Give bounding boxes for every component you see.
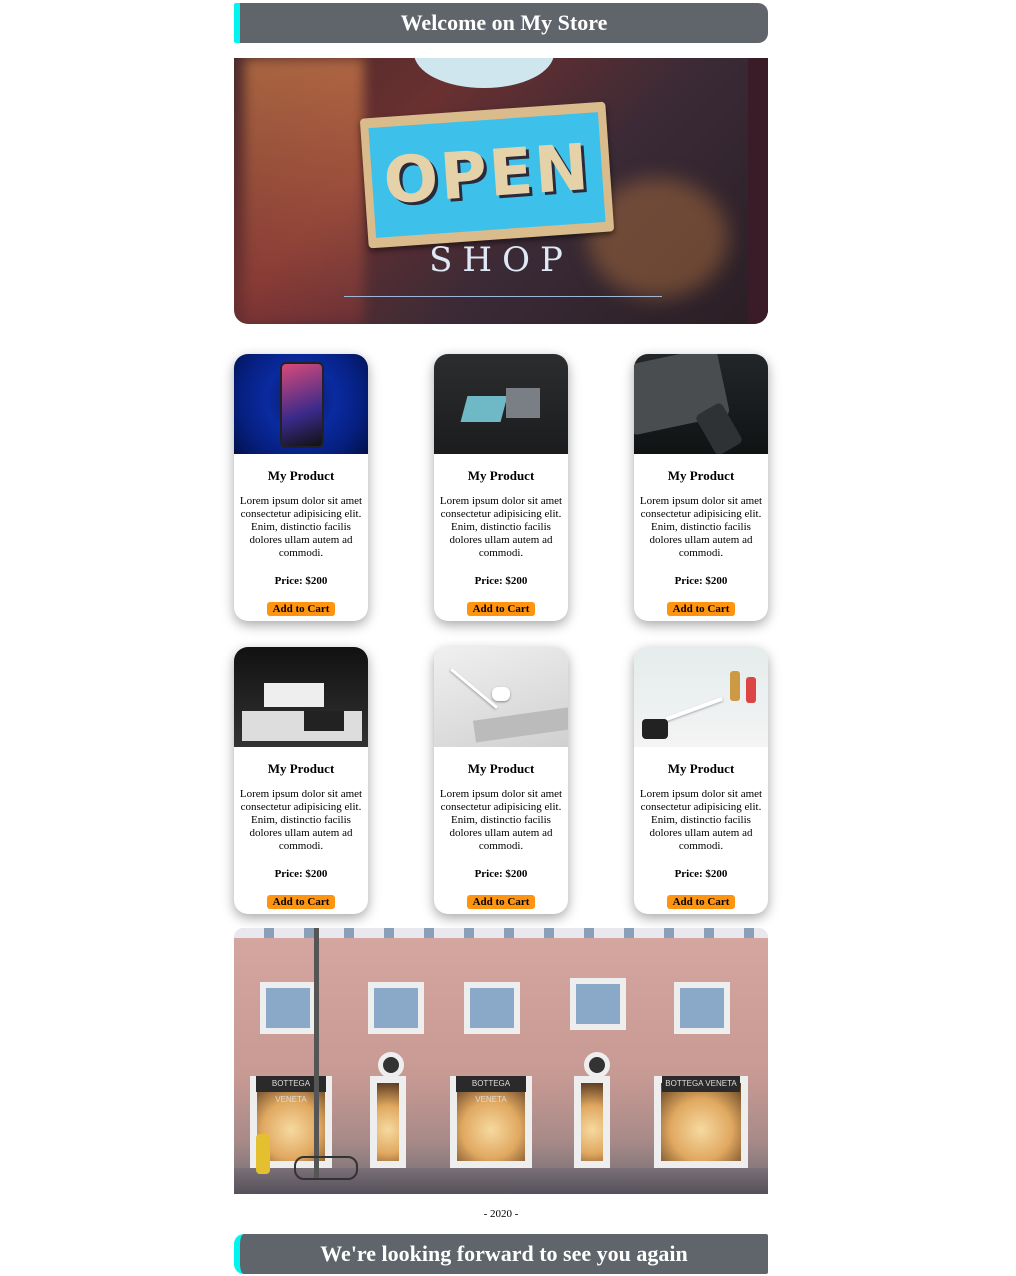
product-price: Price: $200 [674,868,728,880]
page-container: Welcome on My Store OPEN SHOP My Product… [234,3,768,1274]
open-sign-text: OPEN [368,112,606,238]
add-to-cart-button[interactable]: Add to Cart [666,602,736,616]
shop-sign: BOTTEGA VENETA [456,1076,526,1104]
hero-image-open-sign: OPEN SHOP [234,58,768,324]
product-price: Price: $200 [474,868,528,880]
product-card: My Product Lorem ipsum dolor sit amet co… [434,647,568,914]
product-grid: My Product Lorem ipsum dolor sit amet co… [234,354,768,914]
product-card: My Product Lorem ipsum dolor sit amet co… [234,354,368,621]
product-name: My Product [667,468,735,483]
product-name: My Product [467,761,535,776]
footer-banner: We're looking forward to see you again [234,1234,768,1274]
product-name: My Product [467,468,535,483]
product-image-accessories [634,647,768,747]
product-image-phone [234,354,368,454]
product-image-laptops [434,354,568,454]
add-to-cart-button[interactable]: Add to Cart [266,602,336,616]
footer-message: We're looking forward to see you again [320,1241,688,1266]
product-price: Price: $200 [274,575,328,587]
product-image-devices [234,647,368,747]
open-sign: OPEN [359,101,615,249]
product-name: My Product [667,761,735,776]
page-title: Welcome on My Store [400,10,608,35]
product-image-airpods [434,647,568,747]
product-image-macbook [634,354,768,454]
product-description: Lorem ipsum dolor sit amet consectetur a… [639,495,763,559]
product-name: My Product [267,468,335,483]
footer-year: - 2020 - [483,1208,519,1220]
product-description: Lorem ipsum dolor sit amet consectetur a… [439,788,563,852]
product-card: My Product Lorem ipsum dolor sit amet co… [434,354,568,621]
product-description: Lorem ipsum dolor sit amet consectetur a… [439,495,563,559]
add-to-cart-button[interactable]: Add to Cart [666,895,736,909]
product-price: Price: $200 [474,575,528,587]
product-price: Price: $200 [274,868,328,880]
add-to-cart-button[interactable]: Add to Cart [466,895,536,909]
product-description: Lorem ipsum dolor sit amet consectetur a… [239,788,363,852]
storefront-image: BOTTEGA VENETA BOTTEGA VENETA BOTTEGA VE… [234,928,768,1194]
product-card: My Product Lorem ipsum dolor sit amet co… [634,354,768,621]
product-description: Lorem ipsum dolor sit amet consectetur a… [239,495,363,559]
shop-sign: BOTTEGA VENETA [662,1076,740,1092]
product-card: My Product Lorem ipsum dolor sit amet co… [634,647,768,914]
product-price: Price: $200 [674,575,728,587]
product-description: Lorem ipsum dolor sit amet consectetur a… [639,788,763,852]
product-name: My Product [267,761,335,776]
header-banner: Welcome on My Store [234,3,768,43]
product-card: My Product Lorem ipsum dolor sit amet co… [234,647,368,914]
add-to-cart-button[interactable]: Add to Cart [266,895,336,909]
shop-text: SHOP [429,240,573,280]
add-to-cart-button[interactable]: Add to Cart [466,602,536,616]
